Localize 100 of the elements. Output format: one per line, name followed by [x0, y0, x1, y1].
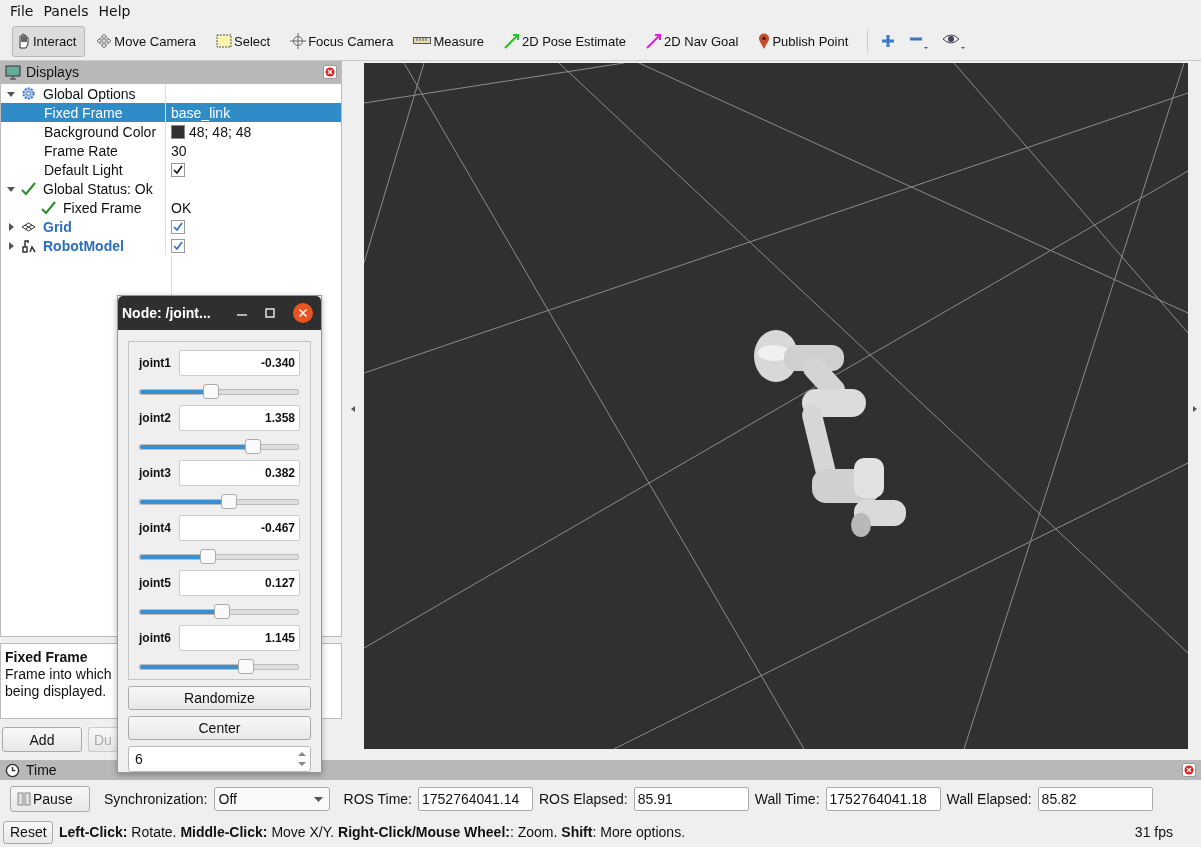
joint-value-field[interactable]: 1.358: [179, 405, 300, 431]
collapse-icon[interactable]: [7, 89, 15, 98]
joint-value-field[interactable]: 0.127: [179, 570, 300, 596]
clock-icon: [5, 762, 20, 778]
close-icon[interactable]: [293, 303, 313, 323]
node-button[interactable]: Center: [128, 716, 311, 740]
panel-title: Displays: [26, 64, 80, 80]
time-field[interactable]: 85.91: [633, 787, 749, 811]
slider-thumb[interactable]: [244, 439, 261, 454]
tool-button[interactable]: Interact: [12, 25, 86, 57]
tree-row[interactable]: Global Status: Ok: [1, 179, 341, 198]
joint-slider[interactable]: [139, 494, 299, 508]
slider-thumb[interactable]: [203, 384, 219, 399]
joint-value-field[interactable]: -0.340: [179, 350, 300, 376]
joint-label: joint3: [139, 466, 172, 480]
node-button[interactable]: Randomize: [128, 686, 311, 710]
tree-label: Global Status: Ok: [42, 180, 153, 197]
menu-item[interactable]: File: [10, 3, 34, 19]
field-label: ROS Elapsed:: [539, 791, 628, 807]
collapse-icon[interactable]: [7, 184, 15, 193]
menu-item[interactable]: Panels: [43, 3, 89, 19]
gear-icon: [21, 86, 36, 101]
property-value: 30: [171, 142, 187, 159]
collapse-arrow-icon[interactable]: [1192, 406, 1197, 412]
description-title: Fixed Frame: [5, 649, 88, 666]
menu-item[interactable]: Help: [98, 3, 131, 19]
tree-row[interactable]: RobotModel: [1, 236, 341, 255]
pause-icon: [17, 792, 31, 806]
joint-value-field[interactable]: 1.145: [179, 625, 300, 651]
tree-label: Frame Rate: [43, 142, 118, 159]
tree-row[interactable]: Default Light: [1, 160, 341, 179]
expand-icon[interactable]: [7, 241, 15, 250]
tool-button[interactable]: Select: [213, 25, 280, 57]
slider-thumb[interactable]: [238, 659, 255, 674]
arrow-icon: [646, 33, 662, 49]
tree-row[interactable]: Fixed Frame OK: [1, 198, 341, 217]
slider-thumb[interactable]: [199, 549, 216, 564]
tree-label: RobotModel: [42, 237, 124, 254]
spin-box[interactable]: 6: [128, 746, 311, 772]
tree-row[interactable]: Frame Rate 30: [1, 141, 341, 160]
fps-counter: 31 fps: [1134, 824, 1173, 840]
window-title: Node: /joint...: [122, 305, 212, 321]
tree-row[interactable]: Fixed Frame base_link: [1, 103, 341, 122]
plus-icon[interactable]: [880, 33, 897, 49]
tree-label: Global Options: [42, 85, 136, 102]
property-value: 48; 48; 48: [189, 123, 252, 140]
panel-button[interactable]: Add: [2, 727, 82, 752]
crosshair-icon: [290, 33, 307, 49]
tree-row[interactable]: Grid: [1, 217, 341, 236]
tool-button[interactable]: 2D Nav Goal: [643, 25, 748, 57]
pause-button[interactable]: Pause: [10, 786, 90, 812]
joint-slider[interactable]: [139, 549, 299, 563]
description-text: being displayed.: [5, 683, 107, 700]
status-hint: Left-Click: Rotate. Middle-Click: Move X/Y. Right-Click/Mouse Wheel:: Zoom. Shift: More options.: [59, 824, 687, 840]
expand-icon[interactable]: [7, 222, 15, 231]
field-label: ROS Time:: [343, 791, 412, 807]
time-field[interactable]: 1752764041.14: [418, 787, 533, 811]
joint-slider[interactable]: [139, 659, 299, 673]
tree-label: Default Light: [43, 161, 123, 178]
joint-slider[interactable]: [139, 384, 299, 398]
robot-icon: [21, 238, 36, 253]
checkbox[interactable]: [171, 238, 185, 253]
tool-button[interactable]: Measure: [410, 25, 493, 57]
tool-button[interactable]: Publish Point: [755, 25, 858, 57]
joint-label: joint5: [139, 576, 172, 590]
slider-thumb[interactable]: [220, 494, 237, 509]
selection-icon: [216, 34, 232, 48]
time-field[interactable]: 1752764041.18: [825, 787, 941, 811]
checkbox[interactable]: [171, 162, 185, 177]
check-icon: [41, 200, 56, 215]
checkbox[interactable]: [171, 219, 185, 234]
maximize-icon[interactable]: [265, 308, 275, 318]
arrow-icon: [503, 33, 520, 49]
ruler-icon: [413, 37, 432, 45]
panel-title: Time: [26, 762, 58, 778]
joint-value-field[interactable]: -0.467: [179, 515, 300, 541]
joint-slider[interactable]: [139, 439, 299, 453]
slider-thumb[interactable]: [214, 604, 231, 619]
tree-label: Background Color: [43, 123, 157, 140]
tool-button[interactable]: Focus Camera: [287, 25, 403, 57]
description-text: Frame into which: [5, 666, 112, 683]
reset-button[interactable]: Reset: [3, 820, 53, 844]
field-label: Wall Time:: [754, 791, 820, 807]
collapse-arrow-icon[interactable]: [351, 406, 355, 412]
tool-button[interactable]: Move Camera: [93, 25, 205, 57]
tool-button[interactable]: 2D Pose Estimate: [500, 25, 635, 57]
map-pin-icon: [758, 33, 771, 49]
move-icon: [96, 33, 113, 49]
time-field[interactable]: 85.82: [1037, 787, 1153, 811]
joint-value-field[interactable]: 0.382: [179, 460, 300, 486]
tree-label: Fixed Frame: [43, 104, 123, 121]
tree-label: Grid: [42, 218, 72, 235]
property-value: OK: [171, 199, 192, 216]
3d-view[interactable]: [364, 63, 1188, 749]
field-label: Synchronization:: [104, 791, 208, 807]
joint-slider[interactable]: [139, 604, 299, 618]
check-icon: [21, 181, 36, 196]
sync-dropdown[interactable]: Off: [213, 787, 330, 811]
tree-row[interactable]: Background Color 48; 48; 48: [1, 122, 341, 141]
caret-icon: [313, 796, 323, 802]
